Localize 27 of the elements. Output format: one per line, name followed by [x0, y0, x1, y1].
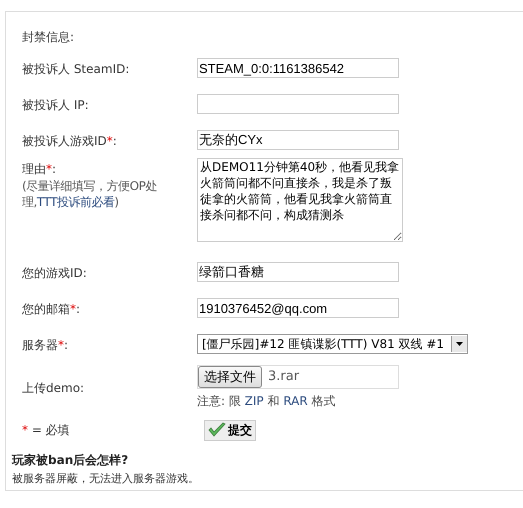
required-legend: * = 必填 — [22, 422, 197, 438]
field-label: 理由*: — [22, 162, 56, 176]
text-field[interactable]: 绿箭口香糖 — [197, 262, 399, 282]
reason-field[interactable]: 从DEMO11分钟第40秒，他看见我拿火箭筒问都不问直接杀，我是杀了叛徒拿的火箭筒，他看见我拿火箭筒直接杀问都不问，构成猜测杀 — [197, 158, 403, 242]
field-label: 被投诉人 IP: — [22, 98, 89, 112]
field-label: 上传demo: — [22, 381, 84, 395]
field-label: 服务器*: — [22, 338, 68, 352]
file-field[interactable]: 选择文件 3.rar — [197, 364, 399, 388]
text-field[interactable]: STEAM_0:0:1161386542 — [197, 58, 399, 78]
text-field[interactable] — [197, 94, 399, 114]
check-icon — [208, 422, 226, 438]
submit-button[interactable]: 提交 — [204, 420, 256, 440]
field-hint: (尽量详细填写，方便OP处理,TTT投诉前必看) — [22, 178, 158, 210]
hint-link[interactable]: TTT投诉前必看 — [36, 195, 114, 209]
format-note: 注意: 限 ZIP 和 RAR 格式 — [197, 392, 337, 410]
section-title: 封禁信息: — [22, 28, 76, 46]
text-field[interactable]: 1910376452@qq.com — [197, 298, 399, 318]
caret-icon[interactable] — [451, 336, 467, 352]
field-label: 您的邮箱*: — [22, 302, 80, 316]
text-field[interactable]: 无奈的CYx — [197, 130, 399, 150]
field-label: 被投诉人 SteamID: — [22, 62, 130, 76]
field-label: 您的游戏ID: — [22, 266, 87, 280]
field-label: 被投诉人游戏ID*: — [22, 134, 117, 148]
server-select[interactable]: [僵尸乐园]#12 匪镇谍影(TTT) V81 双线 #1 — [197, 334, 468, 354]
choose-file-button[interactable]: 选择文件 — [198, 366, 262, 388]
faq-answer: 被服务器屏蔽，无法进入服务器游戏。 — [12, 471, 200, 486]
faq-question: 玩家被ban后会怎样? — [12, 452, 130, 469]
